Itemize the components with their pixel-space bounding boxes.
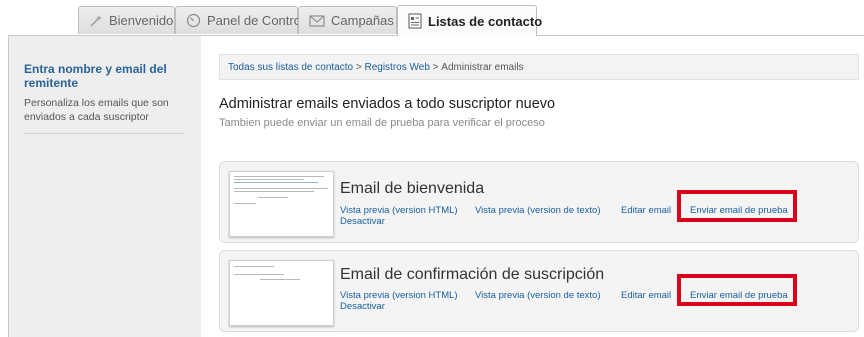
tab-panel-de-control[interactable]: Panel de Control: [175, 6, 304, 34]
deactivate-link[interactable]: Desactivar: [340, 301, 385, 312]
deactivate-link[interactable]: Desactivar: [340, 216, 385, 227]
breadcrumb-separator: >: [353, 61, 365, 73]
highlight-box: [677, 190, 797, 222]
preview-html-link[interactable]: Vista previa (version HTML): [340, 205, 458, 216]
edit-email-link[interactable]: Editar email: [621, 290, 671, 301]
highlight-box: [677, 274, 797, 306]
email-title: Email de confirmación de suscripción: [340, 266, 605, 283]
breadcrumb-list[interactable]: Registros Web: [364, 62, 429, 73]
envelope-icon: [309, 13, 325, 29]
tab-bar: Bienvenido Panel de Control Campañas Lis…: [0, 0, 864, 36]
contact-list-icon: [408, 13, 422, 29]
email-thumbnail[interactable]: [229, 171, 334, 237]
preview-text-link[interactable]: Vista previa (version de texto): [475, 205, 601, 216]
breadcrumb-separator: >: [429, 61, 442, 73]
email-title: Email de bienvenida: [340, 180, 485, 197]
preview-html-link[interactable]: Vista previa (version HTML): [340, 290, 458, 301]
email-thumbnail[interactable]: [229, 260, 334, 326]
sidebar-description: Personaliza los emails que son enviados …: [24, 97, 169, 123]
preview-text-link[interactable]: Vista previa (version de texto): [475, 290, 601, 301]
tab-label: Bienvenido: [109, 13, 174, 28]
breadcrumb: Todas sus listas de contacto > Registros…: [219, 54, 859, 80]
tab-label: Campañas: [331, 13, 394, 28]
breadcrumb-all-lists[interactable]: Todas sus listas de contacto: [228, 62, 353, 73]
tab-listas-de-contacto[interactable]: Listas de contacto: [397, 5, 542, 36]
magic-wand-icon: [89, 13, 103, 29]
breadcrumb-current: Administrar emails: [441, 61, 524, 73]
tab-label: Listas de contacto: [428, 13, 543, 29]
gauge-icon: [186, 13, 201, 29]
tab-bienvenido[interactable]: Bienvenido: [78, 6, 175, 34]
tab-campanas[interactable]: Campañas: [298, 6, 397, 34]
tab-label: Panel de Control: [207, 13, 304, 28]
page-subtitle: Tambien puede enviar un email de prueba …: [219, 117, 545, 129]
edit-email-link[interactable]: Editar email: [621, 205, 671, 216]
sidebar-title-link[interactable]: Entra nombre y email del remitente: [24, 62, 184, 90]
page-title: Administrar emails enviados a todo suscr…: [219, 96, 556, 112]
sidebar-divider: [24, 133, 184, 134]
